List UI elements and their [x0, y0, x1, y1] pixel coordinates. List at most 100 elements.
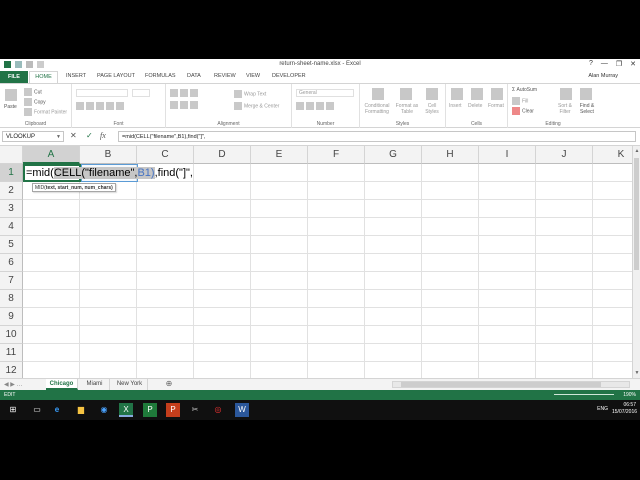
tab-data[interactable]: DATA — [187, 73, 201, 79]
zoom-slider[interactable] — [554, 394, 614, 395]
column-header-c[interactable]: C — [137, 146, 194, 164]
tab-formulas[interactable]: FORMULAS — [145, 73, 176, 79]
align-buttons-2[interactable] — [170, 101, 200, 109]
sheet-tab-new-york[interactable]: New York — [112, 379, 148, 390]
delete-cells-button[interactable]: Delete — [468, 103, 482, 109]
merge-icon — [234, 102, 242, 110]
tab-page-layout[interactable]: PAGE LAYOUT — [97, 73, 135, 79]
column-header-h[interactable]: H — [422, 146, 479, 164]
tab-file[interactable]: FILE — [0, 71, 28, 83]
tooltip-function-name[interactable]: MID( — [35, 185, 46, 191]
row-header-10[interactable]: 10 — [0, 326, 23, 344]
column-header-k[interactable]: K — [593, 146, 632, 164]
format-cells-button[interactable]: Format — [488, 103, 504, 109]
row-header-1[interactable]: 1 — [0, 164, 23, 182]
column-header-a[interactable]: A — [23, 146, 80, 164]
row-header-2[interactable]: 2 — [0, 182, 23, 200]
language-indicator[interactable]: ENG — [597, 406, 608, 412]
copy-button[interactable]: Copy — [24, 98, 46, 106]
column-header-g[interactable]: G — [365, 146, 422, 164]
sort-filter-button[interactable]: Sort & Filter — [554, 103, 576, 115]
column-header-d[interactable]: D — [194, 146, 251, 164]
insert-function-icon[interactable]: fx — [100, 131, 106, 140]
scroll-up-icon[interactable]: ▲ — [633, 148, 640, 154]
worksheet-grid[interactable]: ABCDEFGHIJK 1 2 3 4 5 6 7 8 9 10 11 12 =mid(CELL("f… — [0, 146, 632, 378]
chevron-down-icon[interactable]: ▼ — [56, 132, 61, 142]
wrap-text-button[interactable]: Wrap Text — [234, 90, 266, 98]
row-header-7[interactable]: 7 — [0, 272, 23, 290]
vertical-scroll-thumb[interactable] — [634, 158, 639, 270]
powerpoint-icon[interactable]: P — [166, 403, 180, 417]
excel-taskbar-icon[interactable]: X — [119, 403, 133, 417]
cell-styles-button[interactable]: Cell Styles — [422, 103, 442, 115]
tab-review[interactable]: REVIEW — [214, 73, 236, 79]
user-name[interactable]: Alan Murray — [588, 73, 618, 79]
cell-a1-edit-text[interactable]: =mid(CELL("filename",B1),find("]", — [26, 167, 193, 179]
column-header-e[interactable]: E — [251, 146, 308, 164]
edge-icon[interactable]: e — [50, 403, 64, 417]
tab-developer[interactable]: DEVELOPER — [272, 73, 306, 79]
store-icon[interactable]: ◉ — [97, 403, 111, 417]
alignment-group: Wrap Text Merge & Center Alignment — [166, 84, 292, 128]
number-buttons[interactable] — [296, 102, 336, 110]
restore-button[interactable]: ❐ — [616, 60, 622, 68]
sheet-tab-chicago[interactable]: Chicago — [46, 379, 78, 390]
row-header-11[interactable]: 11 — [0, 344, 23, 362]
horizontal-scroll-thumb[interactable] — [401, 382, 601, 387]
font-format-buttons[interactable] — [76, 102, 156, 110]
word-icon[interactable]: W — [235, 403, 249, 417]
conditional-formatting-button[interactable]: Conditional Formatting — [362, 103, 392, 115]
select-all-corner[interactable] — [0, 146, 23, 164]
number-format-dropdown[interactable]: General — [296, 89, 354, 97]
horizontal-scrollbar[interactable] — [392, 381, 630, 388]
align-buttons[interactable] — [170, 89, 200, 97]
row-header-8[interactable]: 8 — [0, 290, 23, 308]
column-header-b[interactable]: B — [80, 146, 137, 164]
sheet-tab-miami[interactable]: Miami — [80, 379, 110, 390]
tab-home[interactable]: HOME — [29, 71, 58, 83]
clock[interactable]: 06:57 15/07/2016 — [612, 402, 637, 416]
row-header-9[interactable]: 9 — [0, 308, 23, 326]
tab-insert[interactable]: INSERT — [66, 73, 86, 79]
sheet-nav-arrows[interactable]: ◀ ▶ … — [4, 381, 23, 388]
autosum-button[interactable]: Σ AutoSum — [512, 87, 537, 93]
formula-input[interactable]: =mid(CELL("filename",B1),find("]", — [118, 131, 636, 142]
function-tooltip[interactable]: MID(text, start_num, num_chars) — [32, 183, 116, 192]
zoom-level[interactable]: 190% — [623, 392, 636, 398]
project-icon[interactable]: P — [143, 403, 157, 417]
find-select-button[interactable]: Find & Select — [576, 103, 598, 115]
column-header-j[interactable]: J — [536, 146, 593, 164]
scroll-down-icon[interactable]: ▼ — [633, 370, 640, 376]
cancel-icon[interactable]: ✕ — [70, 131, 77, 140]
close-button[interactable]: ✕ — [630, 60, 636, 68]
cut-button[interactable]: Cut — [24, 88, 42, 96]
help-button[interactable]: ? — [589, 60, 593, 68]
file-explorer-icon[interactable]: ▆ — [74, 403, 88, 417]
minimize-button[interactable]: — — [601, 60, 608, 68]
task-view-icon[interactable]: ▭ — [30, 403, 44, 417]
add-sheet-icon[interactable]: ⊕ — [164, 379, 174, 390]
tab-view[interactable]: VIEW — [246, 73, 260, 79]
windows-start-icon[interactable]: ⊞ — [6, 403, 20, 417]
column-header-i[interactable]: I — [479, 146, 536, 164]
snipping-tool-icon[interactable]: ✂ — [188, 403, 202, 417]
chrome-icon[interactable]: ◎ — [211, 403, 225, 417]
row-header-5[interactable]: 5 — [0, 236, 23, 254]
merge-center-button[interactable]: Merge & Center — [234, 102, 279, 110]
clear-button[interactable]: Clear — [512, 107, 534, 115]
row-header-3[interactable]: 3 — [0, 200, 23, 218]
font-name-dropdown[interactable] — [76, 89, 128, 97]
row-header-4[interactable]: 4 — [0, 218, 23, 236]
format-painter-button[interactable]: Format Painter — [24, 108, 67, 116]
format-as-table-button[interactable]: Format as Table — [394, 103, 420, 115]
row-header-12[interactable]: 12 — [0, 362, 23, 378]
row-header-6[interactable]: 6 — [0, 254, 23, 272]
paste-button[interactable]: Paste — [4, 104, 17, 110]
insert-cells-button[interactable]: Insert — [449, 103, 462, 109]
font-size-dropdown[interactable] — [132, 89, 150, 97]
enter-icon[interactable]: ✓ — [86, 131, 93, 140]
fill-button[interactable]: Fill — [512, 97, 528, 105]
column-header-f[interactable]: F — [308, 146, 365, 164]
vertical-scrollbar[interactable]: ▲ ▼ — [632, 146, 640, 378]
name-box[interactable]: VLOOKUP ▼ — [2, 131, 64, 142]
